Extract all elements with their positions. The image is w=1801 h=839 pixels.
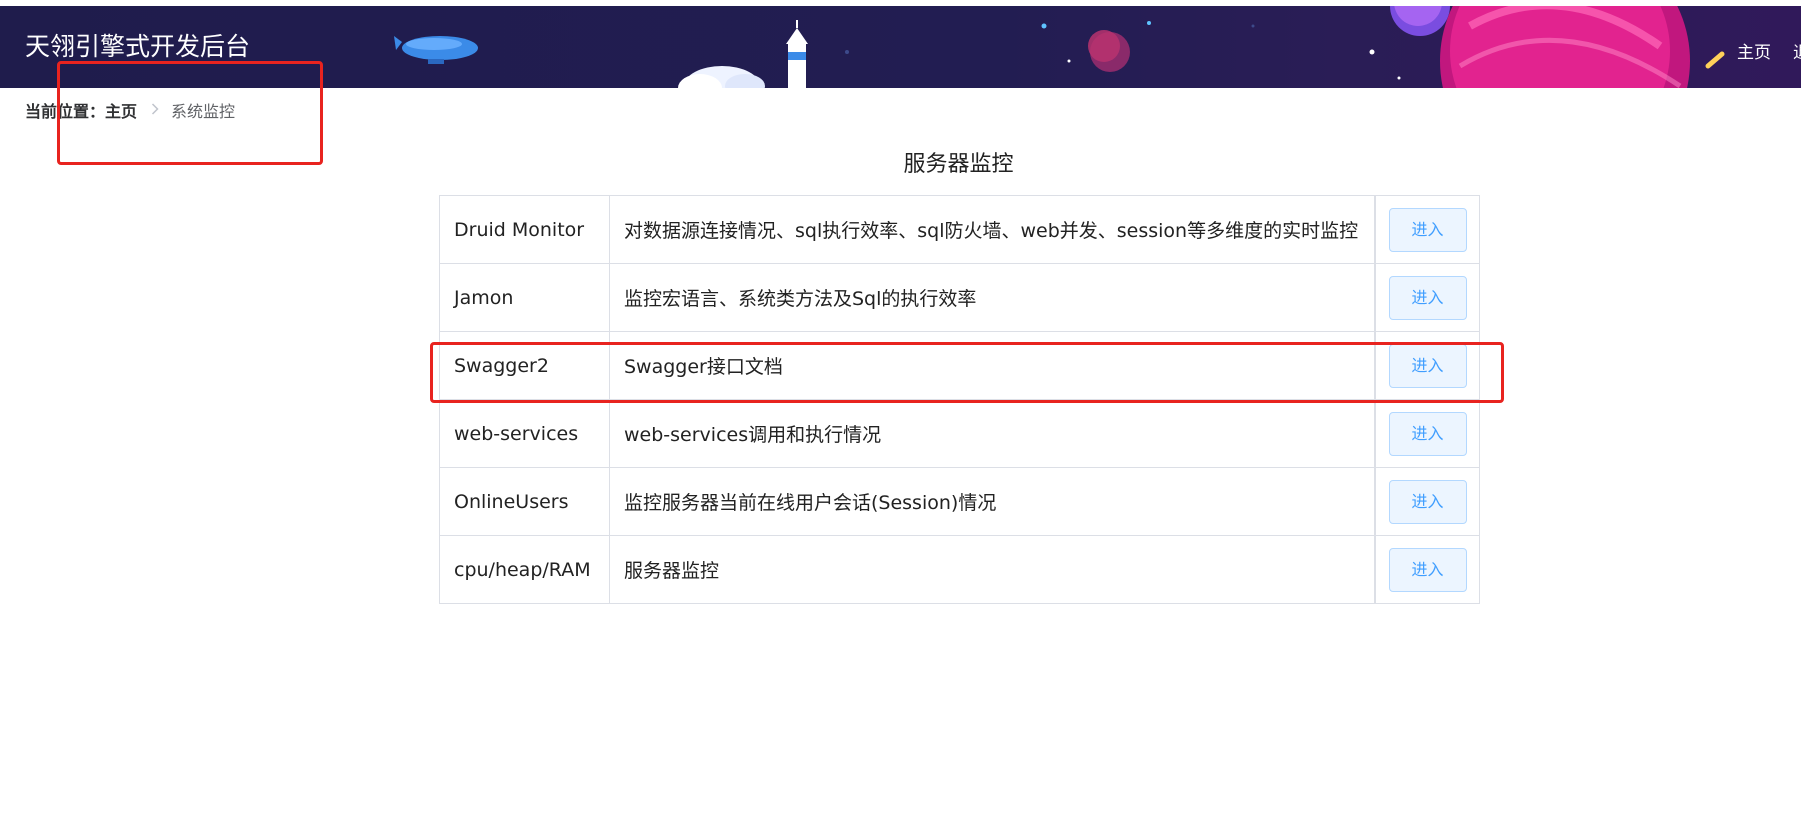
table-row: Swagger2 Swagger接口文档 进入 <box>439 331 1480 400</box>
action-cell: 进入 <box>1374 535 1480 604</box>
enter-button-druid[interactable]: 进入 <box>1388 207 1467 252</box>
enter-button-swagger2[interactable]: 进入 <box>1388 343 1467 388</box>
monitor-name: web-services <box>439 399 610 468</box>
nav-logout-link[interactable]: 退出 <box>1793 42 1801 64</box>
monitor-name: Druid Monitor <box>439 195 610 264</box>
header-illustration <box>394 6 1725 88</box>
monitor-table: Druid Monitor 对数据源连接情况、sql执行效率、sql防火墙、we… <box>439 195 1480 604</box>
chevron-right-icon <box>151 101 159 119</box>
monitor-description: 对数据源连接情况、sql执行效率、sql防火墙、web并发、session等多维… <box>609 195 1376 264</box>
app-title: 天翎引擎式开发后台 <box>25 32 251 61</box>
table-row: cpu/heap/RAM 服务器监控 进入 <box>439 535 1480 604</box>
breadcrumb: 当前位置： 主页 系统监控 <box>25 99 235 121</box>
section-title: 服务器监控 <box>903 152 1014 177</box>
action-cell: 进入 <box>1374 195 1480 264</box>
monitor-name: OnlineUsers <box>439 467 610 536</box>
action-cell: 进入 <box>1374 399 1480 468</box>
enter-button-online-users[interactable]: 进入 <box>1388 479 1467 524</box>
enter-button-jamon[interactable]: 进入 <box>1388 275 1467 320</box>
monitor-name: cpu/heap/RAM <box>439 535 610 604</box>
monitor-description: Swagger接口文档 <box>609 331 1376 400</box>
page: 天翎引擎式开发后台 主页 退出 当前位置： 主页 系统监控 服务器监控 Drui… <box>0 0 1801 839</box>
action-cell: 进入 <box>1374 467 1480 536</box>
monitor-description: web-services调用和执行情况 <box>609 399 1376 468</box>
monitor-description: 服务器监控 <box>609 535 1376 604</box>
breadcrumb-current: 系统监控 <box>171 102 236 121</box>
monitor-description: 监控服务器当前在线用户会话(Session)情况 <box>609 467 1376 536</box>
action-cell: 进入 <box>1374 331 1480 400</box>
enter-button-server-monitor[interactable]: 进入 <box>1388 547 1467 592</box>
table-row: web-services web-services调用和执行情况 进入 <box>439 399 1480 468</box>
breadcrumb-home-link[interactable]: 主页 <box>105 98 137 122</box>
top-header: 天翎引擎式开发后台 主页 退出 <box>0 6 1801 88</box>
monitor-name: Swagger2 <box>439 331 610 400</box>
action-cell: 进入 <box>1374 263 1480 332</box>
monitor-description: 监控宏语言、系统类方法及Sql的执行效率 <box>609 263 1376 332</box>
monitor-name: Jamon <box>439 263 610 332</box>
breadcrumb-prefix: 当前位置： <box>25 102 106 121</box>
table-row: Druid Monitor 对数据源连接情况、sql执行效率、sql防火墙、we… <box>439 195 1480 264</box>
table-row: OnlineUsers 监控服务器当前在线用户会话(Session)情况 进入 <box>439 467 1480 536</box>
enter-button-web-services[interactable]: 进入 <box>1388 411 1467 456</box>
nav-home-link[interactable]: 主页 <box>1737 42 1771 64</box>
table-row: Jamon 监控宏语言、系统类方法及Sql的执行效率 进入 <box>439 263 1480 332</box>
